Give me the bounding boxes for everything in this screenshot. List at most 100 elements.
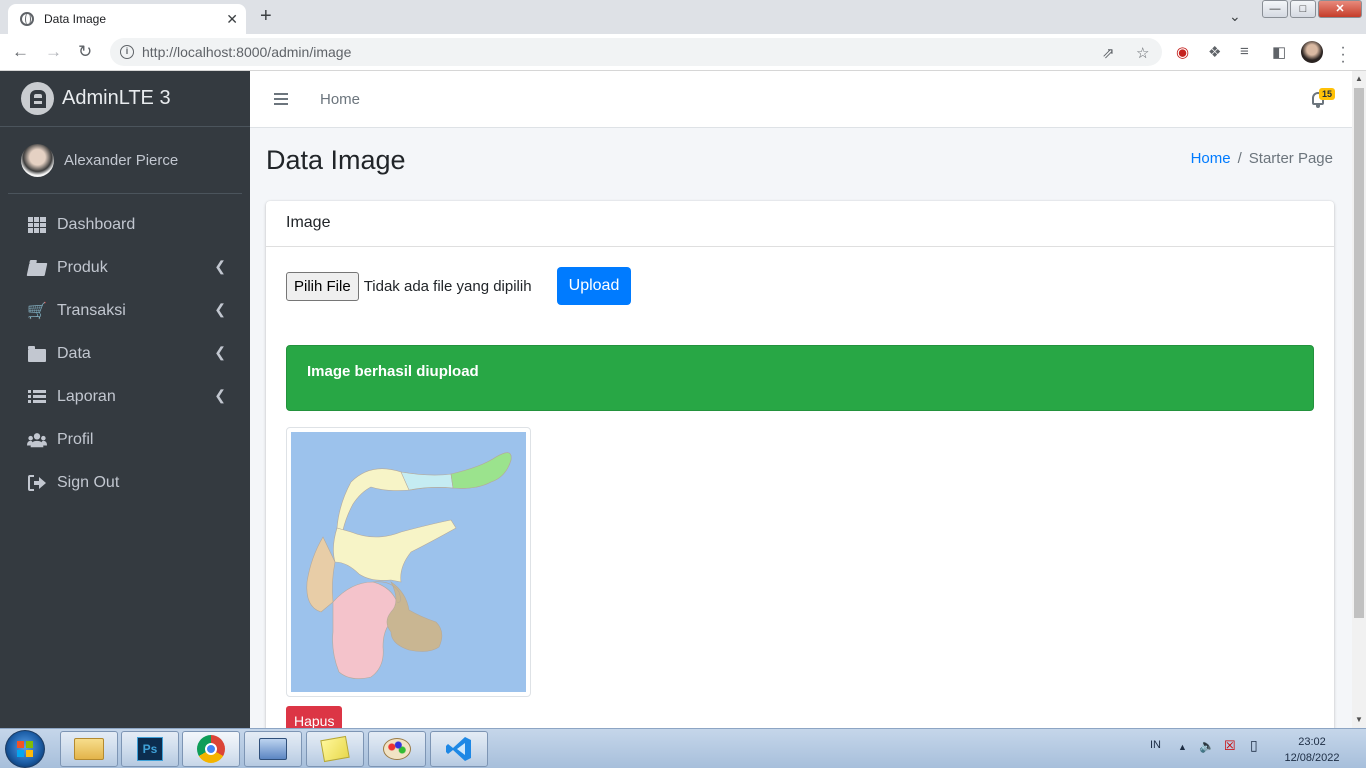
taskbar-clock[interactable]: 23:02 12/08/2022: [1282, 734, 1342, 766]
sidebar-item-transaksi[interactable]: 🛒 Transaksi ❮: [0, 289, 250, 332]
image-card: Image Pilih File Tidak ada file yang dip…: [266, 201, 1334, 728]
page-title: Data Image: [266, 145, 406, 175]
eye-extension-icon[interactable]: ◉: [1176, 43, 1189, 61]
sidebar-menu: Dashboard Produk ❮ 🛒 Transaksi ❮ Data ❮ …: [0, 203, 250, 504]
folder-icon: [27, 345, 47, 362]
delete-button[interactable]: Hapus: [286, 706, 343, 728]
breadcrumb-separator: /: [1237, 150, 1242, 167]
url-text[interactable]: http://localhost:8000/admin/image: [142, 44, 351, 60]
upload-button[interactable]: Upload: [557, 267, 631, 305]
scrollbar-thumb[interactable]: [1354, 88, 1364, 618]
navbar-home-link[interactable]: Home: [320, 91, 360, 108]
minimize-button[interactable]: —: [1262, 0, 1288, 18]
puzzle-extensions-icon[interactable]: ❖: [1208, 43, 1221, 61]
breadcrumb-home-link[interactable]: Home: [1191, 150, 1231, 167]
scroll-up-arrow-icon[interactable]: ▲: [1355, 74, 1363, 83]
sidebar-item-produk[interactable]: Produk ❮: [0, 246, 250, 289]
adminlte-logo: [21, 82, 54, 115]
sidebar-item-label: Laporan: [57, 387, 116, 405]
taskbar-remote-desktop[interactable]: [244, 731, 302, 767]
sidebar-item-dashboard[interactable]: Dashboard: [0, 203, 250, 246]
globe-icon: [20, 12, 34, 26]
top-navbar: Home 15: [250, 71, 1352, 128]
brand-text: AdminLTE 3: [62, 87, 171, 109]
success-alert: Image berhasil diupload: [286, 345, 1314, 411]
scroll-down-arrow-icon[interactable]: ▼: [1355, 715, 1363, 724]
clock-date: 12/08/2022: [1284, 752, 1340, 764]
taskbar-sticky-notes[interactable]: [306, 731, 364, 767]
sidebar-item-profil[interactable]: Profil: [0, 418, 250, 461]
taskbar-vscode[interactable]: [430, 731, 488, 767]
browser-tab-bar: Data Image ✕ + ⌄ — □ ✕: [0, 0, 1366, 34]
sidebar-item-laporan[interactable]: Laporan ❮: [0, 375, 250, 418]
bookmark-star-icon[interactable]: ☆: [1136, 44, 1149, 62]
user-avatar: [21, 143, 54, 177]
user-name[interactable]: Alexander Pierce: [64, 152, 178, 169]
network-disconnected-icon[interactable]: ☒: [1224, 738, 1236, 754]
sidebar-item-label: Profil: [57, 430, 94, 448]
profile-avatar[interactable]: [1301, 41, 1323, 63]
sticky-notes-icon: [320, 735, 350, 763]
clock-time: 23:02: [1298, 736, 1326, 748]
choose-file-button[interactable]: Pilih File: [286, 272, 359, 301]
chrome-icon: [197, 735, 225, 763]
page-scrollbar[interactable]: ▲ ▼: [1352, 71, 1366, 728]
sidebar-item-sign-out[interactable]: Sign Out: [0, 461, 250, 504]
tray-expand-icon[interactable]: ▲: [1178, 742, 1187, 752]
hamburger-menu-icon[interactable]: [274, 93, 288, 105]
forward-arrow-icon[interactable]: →: [45, 42, 62, 62]
folder-icon: [74, 738, 104, 760]
list-icon: [27, 389, 47, 405]
sidebar: AdminLTE 3 Alexander Pierce Dashboard Pr…: [0, 71, 250, 728]
sidebar-item-data[interactable]: Data ❮: [0, 332, 250, 375]
back-arrow-icon[interactable]: ←: [12, 42, 29, 62]
uploaded-image-thumbnail[interactable]: [286, 427, 531, 697]
chevron-left-icon: ❮: [214, 301, 226, 317]
users-icon: [27, 432, 47, 448]
start-button[interactable]: [5, 730, 45, 768]
media-queue-icon[interactable]: ≡: [1240, 43, 1249, 60]
chevron-down-icon[interactable]: ⌄: [1229, 8, 1241, 25]
sidebar-item-label: Transaksi: [57, 301, 126, 319]
reload-icon[interactable]: ↻: [78, 42, 92, 62]
browser-tab[interactable]: Data Image ✕: [8, 4, 246, 34]
taskbar-chrome[interactable]: [182, 731, 240, 767]
taskbar-explorer[interactable]: [60, 731, 118, 767]
tab-title: Data Image: [44, 12, 107, 26]
cart-icon: 🛒: [27, 302, 47, 320]
battery-icon[interactable]: ▯: [1250, 737, 1258, 754]
taskbar-photoshop[interactable]: Ps: [121, 731, 179, 767]
sulawesi-map-image: [291, 432, 526, 692]
file-input[interactable]: Pilih File Tidak ada file yang dipilih: [286, 272, 532, 301]
share-icon[interactable]: ⇗: [1102, 44, 1115, 62]
chevron-left-icon: ❮: [214, 387, 226, 403]
photoshop-icon: Ps: [137, 737, 163, 761]
volume-icon[interactable]: 🔈: [1199, 738, 1215, 754]
brand-link[interactable]: AdminLTE 3: [0, 71, 250, 127]
url-bar[interactable]: i http://localhost:8000/admin/image ⇗ ☆: [110, 38, 1162, 66]
card-title: Image: [266, 201, 1334, 247]
user-panel[interactable]: Alexander Pierce: [8, 127, 242, 194]
taskbar-paint[interactable]: [368, 731, 426, 767]
sidebar-item-label: Sign Out: [57, 473, 120, 491]
sign-out-icon: [27, 474, 47, 491]
computer-icon: [259, 738, 287, 760]
side-panel-icon[interactable]: ◧: [1272, 43, 1286, 61]
site-info-icon[interactable]: i: [120, 45, 134, 59]
tab-close-button[interactable]: ✕: [226, 11, 238, 28]
breadcrumb: Home / Starter Page: [1191, 150, 1333, 167]
language-indicator[interactable]: IN: [1150, 739, 1161, 751]
file-status-text: Tidak ada file yang dipilih: [363, 278, 532, 295]
chevron-left-icon: ❮: [214, 258, 226, 274]
maximize-button[interactable]: □: [1290, 0, 1316, 18]
new-tab-button[interactable]: +: [260, 5, 272, 28]
address-toolbar: ← → ↻ i http://localhost:8000/admin/imag…: [0, 34, 1366, 71]
window-close-button[interactable]: ✕: [1318, 0, 1362, 18]
windows-taskbar: Ps IN ▲ 🔈 ☒ ▯ 23:02 12/08/2022: [0, 728, 1366, 768]
menu-kebab-icon[interactable]: · · ·: [1340, 40, 1346, 70]
window-controls: — □ ✕: [1262, 0, 1362, 18]
grid-icon: [27, 216, 47, 233]
notification-badge: 15: [1319, 88, 1336, 100]
sidebar-item-label: Data: [57, 344, 91, 362]
paint-palette-icon: [383, 738, 411, 760]
